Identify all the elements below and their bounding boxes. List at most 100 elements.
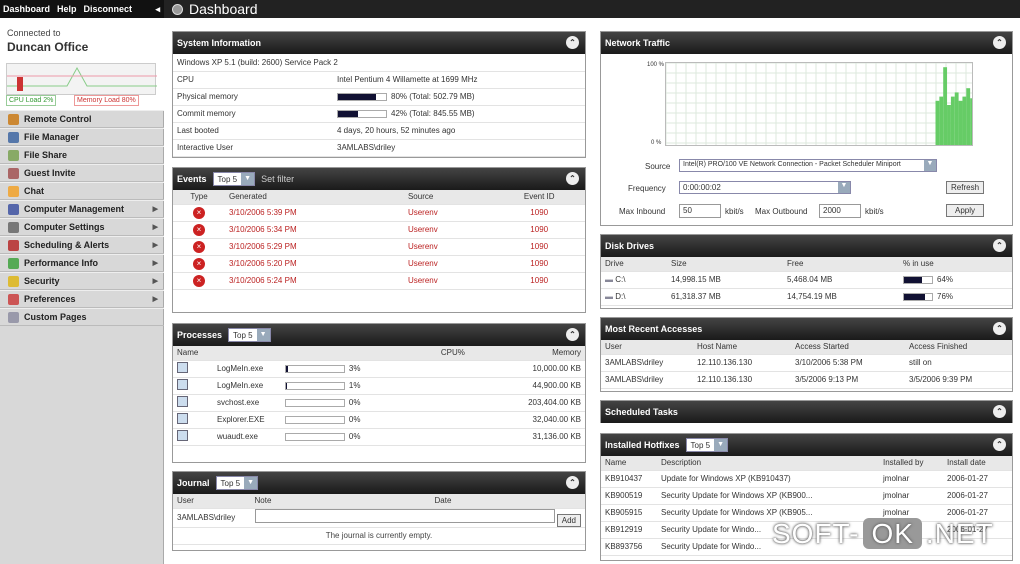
panel-header: System Information ⌃	[173, 32, 585, 54]
sidebar-item-computer-settings[interactable]: Computer Settings ▶	[0, 218, 164, 236]
table-row[interactable]: ▬ D:\ 61,318.37 MB 14,754.19 MB 76%	[601, 288, 1012, 306]
load-graph	[6, 63, 157, 95]
table-row[interactable]: LogMeIn.exe 3% 10,000.00 KB	[173, 360, 585, 378]
custom-pages-icon	[8, 311, 19, 323]
traffic-bar	[966, 88, 971, 145]
table-row[interactable]: 3AMLABS\driley 12.110.136.130 3/5/2006 9:1…	[601, 371, 1012, 389]
process-icon	[177, 413, 188, 424]
table-row[interactable]: ▬ C:\ 14,998.15 MB 5,468.04 MB 64%	[601, 271, 1012, 289]
panel-title: Disk Drives	[605, 241, 655, 251]
table-row[interactable]: KB910437 Update for Windows XP (KB910437)…	[601, 470, 1012, 488]
cpu-text: 0%	[348, 398, 361, 407]
collapse-icon[interactable]: ⌃	[566, 36, 579, 49]
table-row[interactable]: × 3/10/2006 5:39 PM Userenv 1090	[173, 204, 585, 222]
in-use-text: 64%	[937, 275, 954, 284]
table-row[interactable]: × 3/10/2006 5:20 PM Userenv 1090	[173, 255, 585, 273]
file-share-icon	[8, 149, 19, 161]
submenu-arrow-icon: ▶	[152, 296, 158, 303]
collapse-icon[interactable]: ⌃	[566, 476, 579, 489]
commit-memory-bar	[337, 109, 387, 118]
source-select[interactable]: Intel(R) PRO/100 VE Network Connection -…	[679, 159, 937, 172]
dropdown-icon: ▼	[924, 160, 936, 171]
generated-cell: 3/10/2006 5:29 PM	[225, 238, 404, 256]
journal-note-input[interactable]	[254, 508, 555, 523]
scheduling-icon	[8, 239, 19, 251]
sidebar-item-computer-management[interactable]: Computer Management ▶	[0, 200, 164, 218]
y-max-label: 100 %	[647, 62, 665, 68]
disks-table: Drive Size Free% in use ▬ C:\ 14,998.15 MB 5…	[601, 257, 1012, 306]
max-inbound-input[interactable]: 50	[679, 204, 721, 218]
sidebar-item-scheduling-alerts[interactable]: Scheduling & Alerts ▶	[0, 236, 164, 254]
error-icon: ×	[193, 223, 205, 236]
collapse-icon[interactable]: ⌃	[993, 239, 1006, 252]
sidebar-item-performance-info[interactable]: Performance Info ▶	[0, 254, 164, 272]
sidebar-item-security[interactable]: Security ▶	[0, 272, 164, 290]
help-link[interactable]: Help	[57, 4, 77, 14]
process-icon	[177, 379, 188, 390]
table-row[interactable]: LogMeIn.exe 1% 44,900.00 KB	[173, 377, 585, 395]
table-row[interactable]: × 3/10/2006 5:24 PM Userenv 1090	[173, 272, 585, 290]
collapse-icon[interactable]: ⌃	[993, 322, 1006, 335]
table-row[interactable]: × 3/10/2006 5:29 PM Userenv 1090	[173, 238, 585, 256]
icon-cell	[173, 360, 213, 378]
table-row[interactable]: wuaudt.exe 0% 31,136.00 KB	[173, 428, 585, 446]
col-host: Host Name	[693, 340, 791, 355]
recent-accesses-panel: Most Recent Accesses ⌃ User Host Name Acces…	[600, 317, 1013, 392]
dashboard-link[interactable]: Dashboard	[3, 4, 50, 14]
collapse-icon[interactable]: ⌃	[993, 36, 1006, 49]
max-outbound-input[interactable]: 2000	[819, 204, 861, 218]
panel-header: Most Recent Accesses ⌃	[601, 318, 1012, 340]
hotfixes-top-select[interactable]: Top 5 ▼	[685, 438, 729, 452]
table-row[interactable]: svchost.exe 0% 203,404.00 KB	[173, 394, 585, 412]
table-row[interactable]: KB900519 Security Update for Windows XP (…	[601, 487, 1012, 505]
sidebar-item-remote-control[interactable]: Remote Control	[0, 110, 164, 128]
type-cell: ×	[173, 221, 225, 239]
table-row[interactable]: Explorer.EXE 0% 32,040.00 KB	[173, 411, 585, 429]
disk-usage-bar	[903, 275, 933, 284]
submenu-arrow-icon: ▶	[152, 242, 158, 249]
source-cell: Userenv	[403, 272, 494, 290]
sidebar-item-label: File Manager	[24, 132, 80, 142]
table-row[interactable]: 3AMLABS\driley 12.110.136.130 3/10/2006 5:…	[601, 354, 1012, 372]
cpu-bar	[284, 398, 345, 407]
submenu-arrow-icon: ▶	[152, 224, 158, 231]
journal-top-select[interactable]: Top 5 ▼	[215, 476, 259, 490]
sidebar-item-label: Remote Control	[24, 114, 92, 124]
cpu-cell: 0%	[280, 394, 511, 412]
sidebar-item-chat[interactable]: Chat	[0, 182, 164, 200]
frequency-select[interactable]: 0:00:00:02 ▼	[679, 181, 851, 194]
type-cell: ×	[173, 238, 225, 256]
disconnect-link[interactable]: Disconnect	[84, 4, 133, 14]
collapse-arrow-icon[interactable]: ◂	[155, 4, 160, 15]
sidebar-item-guest-invite[interactable]: Guest Invite	[0, 164, 164, 182]
apply-button[interactable]: Apply	[946, 204, 985, 217]
free-cell: 14,754.19 MB	[783, 288, 899, 306]
sidebar-item-custom-pages[interactable]: Custom Pages	[0, 308, 164, 326]
sidebar-item-file-manager[interactable]: File Manager	[0, 128, 164, 146]
collapse-icon[interactable]: ⌃	[993, 405, 1006, 418]
panel-header: Network Traffic ⌃	[601, 32, 1012, 54]
collapse-icon[interactable]: ⌃	[566, 172, 579, 185]
events-top-select[interactable]: Top 5 ▼	[212, 172, 256, 186]
panel-header: Events Top 5 ▼ Set filter ⌃	[173, 168, 585, 190]
cpu-load-label: CPU Load 2%	[6, 95, 57, 106]
processes-top-select[interactable]: Top 5 ▼	[228, 328, 271, 342]
sidebar-item-preferences[interactable]: Preferences ▶	[0, 290, 164, 308]
table-row[interactable]: × 3/10/2006 5:34 PM Userenv 1090	[173, 221, 585, 239]
finished-cell: 3/5/2006 9:39 PM	[905, 371, 1012, 389]
event-id-cell: 1090	[493, 221, 585, 239]
collapse-icon[interactable]: ⌃	[993, 438, 1006, 451]
size-cell: 14,998.15 MB	[667, 271, 783, 289]
icon-cell	[173, 411, 213, 429]
chat-icon	[8, 185, 19, 197]
drive-cell: ▬ C:\	[601, 271, 667, 289]
set-filter-link[interactable]: Set filter	[261, 174, 294, 184]
panel-title: Events	[177, 174, 207, 184]
col-name: Name	[173, 346, 281, 361]
source-label: Source	[645, 162, 671, 171]
add-button[interactable]: Add	[556, 513, 581, 527]
collapse-icon[interactable]: ⌃	[566, 328, 579, 341]
refresh-button[interactable]: Refresh	[946, 181, 985, 194]
sidebar-item-file-share[interactable]: File Share	[0, 146, 164, 164]
col-size: Size	[667, 257, 783, 272]
